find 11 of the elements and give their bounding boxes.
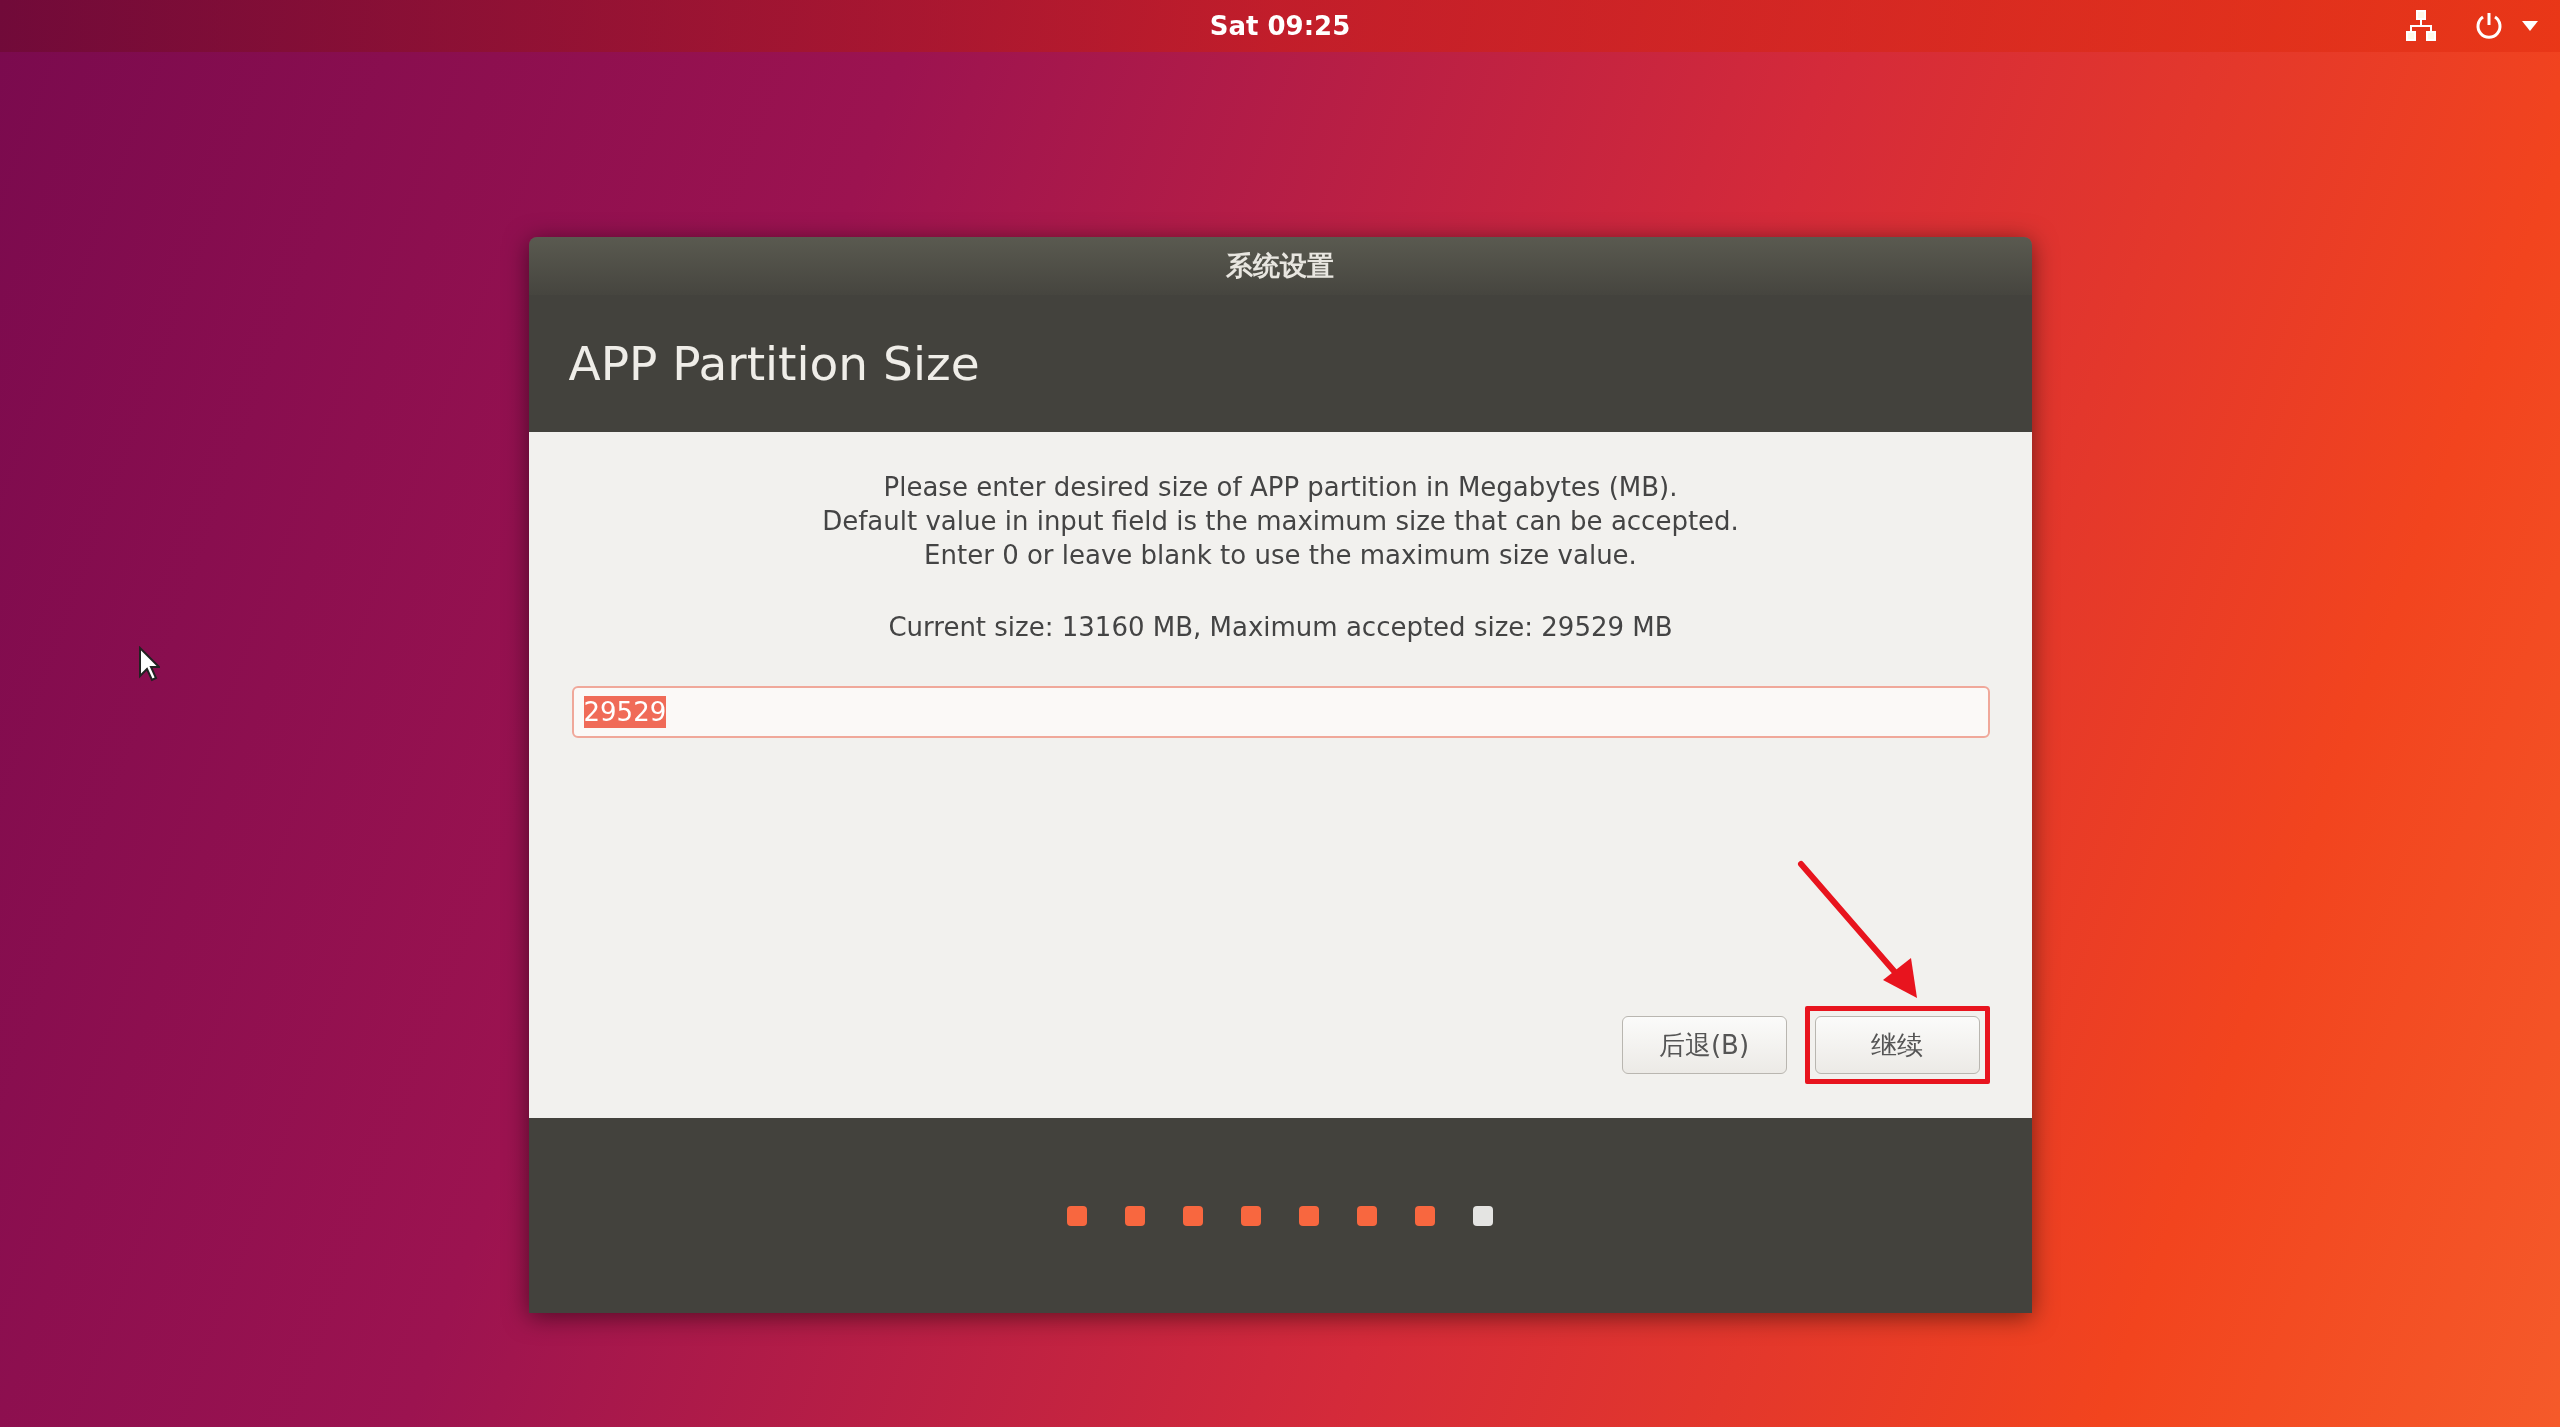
clock[interactable]: Sat 09:25	[1209, 11, 1351, 41]
dropdown-caret-icon[interactable]	[2522, 21, 2538, 31]
window-title: 系统设置	[1226, 249, 1334, 283]
continue-button[interactable]: 继续	[1814, 1016, 1980, 1074]
power-icon[interactable]	[2474, 11, 2504, 41]
back-button[interactable]: 后退(B)	[1621, 1016, 1787, 1074]
size-info-text: Current size: 13160 MB, Maximum accepted size: 29529 MB	[887, 612, 1674, 642]
instruction-text: Please enter desired size of APP partition in Megabytes (MB). Default value in input field is the maximum size that can be accepted. Enter 0 or leave blank to use the maximum size value.	[821, 471, 1740, 572]
page-heading: APP Partition Size	[568, 336, 980, 391]
network-icon[interactable]	[2406, 10, 2436, 42]
mouse-pointer-icon	[138, 646, 160, 682]
